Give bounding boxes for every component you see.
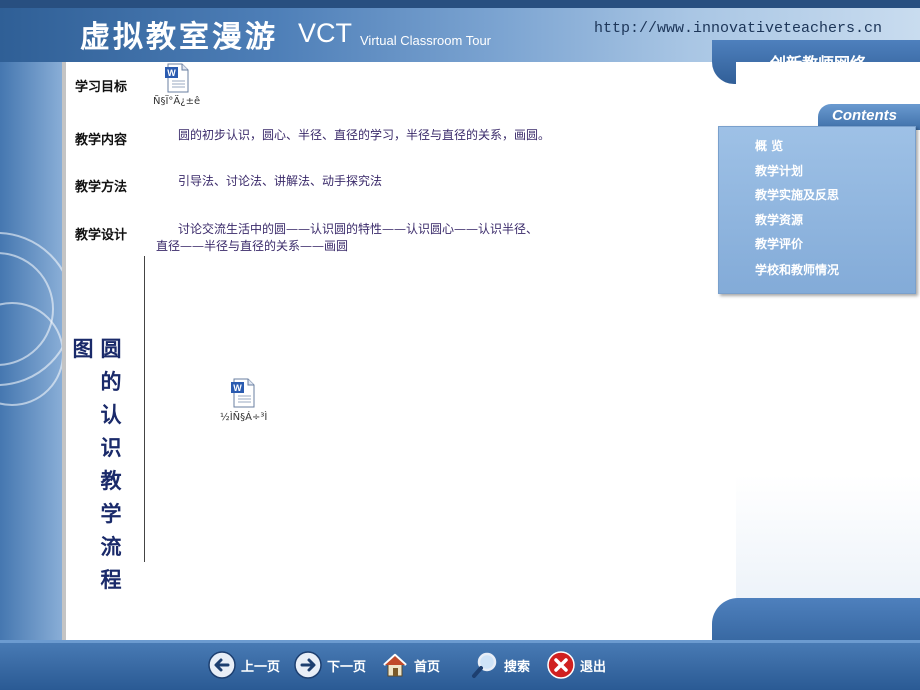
method-label: 教学方法 [75,180,128,195]
next-page-button[interactable]: 下一页 [294,650,366,680]
site-title: 虚拟教室漫游 [80,20,278,55]
exit-label: 退出 [580,659,607,675]
site-url[interactable]: http://www.innovativeteachers.cn [594,20,882,37]
magnifier-icon [472,652,497,678]
word-document-icon[interactable]: W [230,378,256,408]
search-button[interactable]: 搜索 [471,650,530,680]
word-document-icon[interactable]: W [164,63,190,93]
flow-attachment-caption[interactable]: ½ÌÑ§Á÷³Ì [220,412,267,423]
left-decorative-rail [0,62,66,652]
arrow-left-icon [208,651,236,679]
site-subtitle: Virtual Classroom Tour [360,33,492,48]
menu-item-implementation[interactable]: 教学实施及反思 [755,186,839,203]
site-title-abbr: VCT [298,18,352,48]
bottom-bar-highlight [0,640,920,643]
method-text: 引导法、讨论法、讲解法、动手探究法 [178,174,383,188]
home-button[interactable]: 首页 [381,650,440,680]
menu-item-school-teacher[interactable]: 学校和教师情况 [755,261,839,278]
svg-text:W: W [167,68,176,78]
home-label: 首页 [414,659,441,675]
menu-item-overview[interactable]: 概 览 [755,137,783,154]
goal-label: 学习目标 [75,80,128,95]
menu-item-evaluation[interactable]: 教学评价 [755,235,803,252]
prev-page-label: 上一页 [241,659,281,675]
house-icon [383,653,407,677]
rail-edge [62,62,66,652]
content-label: 教学内容 [75,133,128,148]
exit-button[interactable]: 退出 [547,650,606,680]
bottom-nav-bar [0,640,920,690]
design-text-line2: 直径——半径与直径的关系——画圆 [156,239,349,253]
menu-item-resources[interactable]: 教学资源 [755,211,803,228]
content-text: 圆的初步认识，圆心、半径、直径的学习，半径与直径的关系，画圆。 [178,128,551,142]
divider-line [144,256,145,562]
arrow-right-icon [294,651,322,679]
contents-label: Contents [832,107,897,124]
svg-text:W: W [233,383,242,393]
design-label: 教学设计 [75,228,128,243]
design-text-line1: 讨论交流生活中的圆——认识圆的特性——认识圆心——认识半径、 [178,222,539,236]
prev-page-button[interactable]: 上一页 [208,650,280,680]
search-label: 搜索 [504,659,531,675]
diagram-label-left: 图 [72,336,94,361]
diagram-label-vertical: 圆 的 认 识 教 学 流 程 [100,336,122,592]
next-page-label: 下一页 [327,659,367,675]
header-top-band [0,0,920,8]
goal-attachment-caption[interactable]: Ñ§Ï°Ä¿±ê [153,96,200,107]
close-icon [547,651,575,679]
menu-item-teaching-plan[interactable]: 教学计划 [755,162,803,179]
